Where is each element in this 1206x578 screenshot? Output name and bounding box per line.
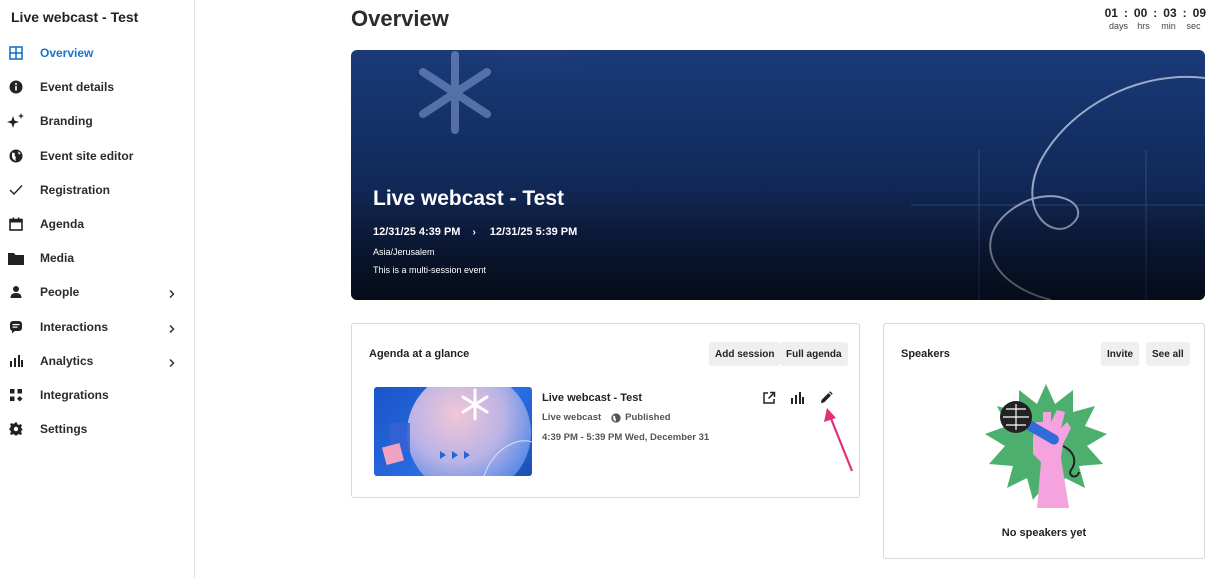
sidebar-item-label: Analytics — [40, 353, 94, 368]
sidebar-item-label: Media — [40, 251, 75, 266]
gear-icon — [6, 419, 26, 439]
banner-subtitle: This is a multi-session event — [373, 265, 487, 275]
session-time: 4:39 PM - 5:39 PM Wed, December 31 — [542, 432, 710, 443]
open-external-icon[interactable] — [762, 391, 776, 405]
globe-icon — [611, 412, 621, 423]
sidebar-item-analytics[interactable]: Analytics — [0, 344, 194, 378]
sidebar-item-label: Event details — [40, 80, 115, 95]
banner-dates: 12/31/25 4:39 PM › 12/31/25 5:39 PM — [373, 226, 577, 238]
banner-end-date: 12/31/25 5:39 PM — [489, 226, 578, 238]
chevron-right-icon — [168, 355, 178, 367]
session-status-label: Published — [625, 412, 671, 423]
sidebar-item-branding[interactable]: Branding — [0, 104, 194, 138]
sidebar-item-integrations[interactable]: Integrations — [0, 378, 194, 412]
sidebar-nav: Overview Event details Branding Event si… — [0, 36, 194, 446]
sidebar-item-label: Integrations — [40, 387, 109, 402]
chevron-right-icon: › — [472, 226, 476, 238]
banner-title: Live webcast - Test — [373, 187, 565, 210]
session-type: Live webcast — [542, 412, 602, 423]
sidebar-item-label: Agenda — [40, 217, 85, 232]
sidebar-item-label: Overview — [40, 46, 94, 61]
countdown-days-label: days — [1108, 21, 1128, 31]
sidebar-item-media[interactable]: Media — [0, 241, 194, 275]
countdown-separator: : — [1182, 6, 1187, 20]
sidebar-item-people[interactable]: People — [0, 275, 194, 309]
sidebar-item-settings[interactable]: Settings — [0, 412, 194, 446]
sidebar-item-event-details[interactable]: Event details — [0, 70, 194, 104]
chat-icon — [6, 317, 26, 337]
microphone-illustration — [985, 384, 1107, 508]
chevron-right-icon — [168, 286, 178, 299]
speakers-empty-text: No speakers yet — [1001, 527, 1087, 539]
countdown-seconds: 09 — [1192, 6, 1206, 20]
countdown-seconds-label: sec — [1186, 21, 1201, 31]
sidebar-item-label: Event site editor — [40, 148, 134, 163]
annotation-arrow — [824, 408, 854, 472]
countdown-timer: 01 : 00 : 03 : 09 days hrs min sec — [1096, 6, 1206, 31]
chevron-right-icon — [168, 321, 178, 333]
sidebar-item-label: Interactions — [40, 319, 109, 334]
countdown-days: 01 — [1104, 6, 1118, 20]
info-icon — [6, 77, 26, 97]
countdown-minutes: 03 — [1163, 6, 1177, 20]
session-thumbnail — [374, 387, 532, 476]
invite-button[interactable]: Invite — [1101, 342, 1140, 366]
banner-timezone: Asia/Jerusalem — [373, 247, 435, 257]
see-all-button[interactable]: See all — [1146, 342, 1190, 366]
calendar-icon — [6, 214, 26, 234]
person-icon — [6, 282, 26, 302]
sparkle-icon — [6, 111, 26, 131]
sidebar-item-label: Settings — [40, 422, 88, 437]
analytics-icon[interactable] — [790, 391, 804, 405]
event-title: Live webcast - Test — [11, 9, 139, 25]
sidebar-item-event-site-editor[interactable]: Event site editor — [0, 139, 194, 173]
countdown-hours: 00 — [1133, 6, 1148, 20]
countdown-minutes-label: min — [1161, 21, 1176, 31]
speakers-card-title: Speakers — [901, 348, 950, 360]
page-title: Overview — [351, 6, 449, 31]
event-banner: Live webcast - Test 12/31/25 4:39 PM › 1… — [351, 50, 1205, 300]
integrations-icon — [6, 385, 26, 405]
sidebar-item-label: Registration — [40, 182, 111, 197]
countdown-separator: : — [1153, 6, 1158, 20]
session-title[interactable]: Live webcast - Test — [542, 392, 642, 404]
speakers-card: Speakers Invite See all No speakers yet — [883, 323, 1205, 559]
sidebar-item-registration[interactable]: Registration — [0, 173, 194, 207]
agenda-card-title: Agenda at a glance — [369, 348, 470, 360]
sidebar-item-interactions[interactable]: Interactions — [0, 310, 194, 344]
session-meta: Live webcast Published — [542, 412, 671, 423]
add-session-button[interactable]: Add session — [709, 342, 781, 366]
sidebar: Live webcast - Test Overview Event detai… — [0, 0, 195, 578]
grid-icon — [6, 43, 26, 63]
edit-pencil-icon[interactable] — [819, 391, 833, 405]
sidebar-item-label: People — [40, 285, 80, 300]
globe-icon — [6, 146, 26, 166]
sidebar-item-label: Branding — [40, 114, 93, 129]
session-status: Published — [611, 412, 671, 423]
folder-icon — [6, 248, 26, 268]
countdown-hours-label: hrs — [1137, 21, 1150, 31]
sidebar-item-agenda[interactable]: Agenda — [0, 207, 194, 241]
bar-chart-icon — [6, 351, 26, 371]
full-agenda-button[interactable]: Full agenda — [780, 342, 848, 366]
banner-start-date: 12/31/25 4:39 PM — [373, 226, 461, 238]
banner-artwork — [351, 50, 1205, 300]
agenda-card: Agenda at a glance Add session Full agen… — [351, 323, 860, 498]
sidebar-item-overview[interactable]: Overview — [0, 36, 194, 70]
check-icon — [6, 180, 26, 200]
countdown-separator: : — [1123, 6, 1128, 20]
